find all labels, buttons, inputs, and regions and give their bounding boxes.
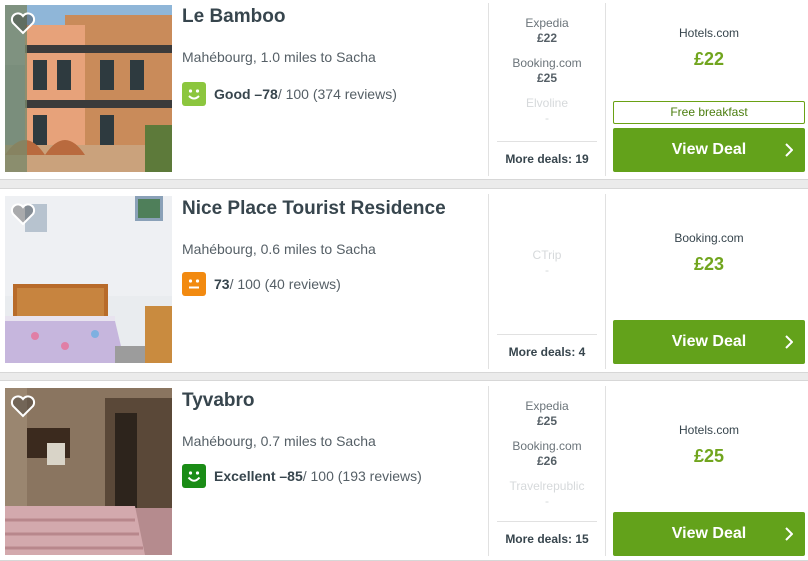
hotel-name-link[interactable]: Le Bamboo: [182, 6, 285, 28]
deal-item[interactable]: Booking.com £26: [489, 439, 605, 469]
smiley-excellent-icon: [182, 464, 206, 488]
deal-site: Booking.com: [512, 56, 582, 70]
deal-price: £25: [536, 71, 558, 85]
other-deals-column: Expedia £25 Booking.com £26 Travelrepubl…: [488, 386, 606, 556]
card-divider: [0, 380, 808, 381]
deal-site: CTrip: [532, 248, 562, 262]
hotel-location: Mahébourg, 0.7 miles to Sacha: [182, 433, 376, 449]
free-breakfast-badge: Free breakfast: [613, 101, 805, 124]
deal-item[interactable]: Expedia £25: [489, 399, 605, 429]
best-deal-site: Hotels.com: [678, 423, 740, 437]
favorite-heart-icon[interactable]: [10, 394, 36, 418]
deal-item: Elvoline -: [489, 96, 605, 126]
smiley-good-icon: [182, 82, 206, 106]
deal-item: Travelrepublic -: [489, 479, 605, 509]
rating-label: Excellent –: [214, 468, 288, 484]
rating-reviews[interactable]: / 100 (40 reviews): [230, 276, 341, 292]
hotel-card: Nice Place Tourist Residence Mahébourg, …: [0, 188, 808, 373]
rating-reviews[interactable]: / 100 (193 reviews): [303, 468, 422, 484]
rating-score: 73: [214, 276, 230, 292]
best-deal: Booking.com £23: [613, 231, 805, 275]
card-divider: [0, 188, 808, 189]
view-deal-label: View Deal: [671, 333, 747, 350]
deal-price: £26: [536, 454, 558, 468]
deal-item: CTrip -: [489, 248, 605, 278]
more-deals-link[interactable]: More deals: 19: [497, 141, 597, 176]
hotel-card: Le Bamboo Mahébourg, 1.0 miles to Sacha …: [0, 0, 808, 180]
favorite-heart-icon[interactable]: [10, 202, 36, 226]
deal-price: -: [545, 494, 549, 508]
rating-label: Good –: [214, 86, 263, 102]
chevron-right-icon: [785, 335, 793, 349]
deal-price: -: [545, 111, 549, 125]
more-deals-link[interactable]: More deals: 15: [497, 521, 597, 556]
best-deal-site: Hotels.com: [678, 26, 740, 40]
other-deals-column: Expedia £22 Booking.com £25 Elvoline - M…: [488, 3, 606, 176]
deal-item[interactable]: Booking.com £25: [489, 56, 605, 86]
best-deal-site: Booking.com: [674, 231, 744, 245]
other-deals-column: CTrip - More deals: 4: [488, 194, 606, 369]
deal-price: -: [545, 263, 549, 277]
hotel-results-list: Le Bamboo Mahébourg, 1.0 miles to Sacha …: [0, 0, 808, 561]
view-deal-button[interactable]: View Deal: [613, 128, 805, 172]
view-deal-label: View Deal: [671, 141, 747, 158]
view-deal-label: View Deal: [671, 525, 747, 542]
chevron-right-icon: [785, 527, 793, 541]
deal-site: Elvoline: [525, 96, 569, 110]
best-deal: Hotels.com £25: [613, 423, 805, 467]
hotel-rating: Good – 78 / 100 (374 reviews): [182, 82, 397, 106]
more-deals-link[interactable]: More deals: 4: [497, 334, 597, 369]
chevron-right-icon: [785, 143, 793, 157]
hotel-card: Tyvabro Mahébourg, 0.7 miles to Sacha Ex…: [0, 380, 808, 561]
deal-site: Travelrepublic: [509, 479, 585, 493]
deal-site: Expedia: [525, 399, 569, 413]
best-deal-price: £25: [693, 446, 725, 466]
view-deal-button[interactable]: View Deal: [613, 512, 805, 556]
deal-site: Expedia: [525, 16, 569, 30]
hotel-location: Mahébourg, 0.6 miles to Sacha: [182, 241, 376, 257]
best-deal-price: £22: [693, 49, 725, 69]
hotel-rating: 73 / 100 (40 reviews): [182, 272, 341, 296]
hotel-location: Mahébourg, 1.0 miles to Sacha: [182, 49, 376, 65]
deal-price: £22: [536, 31, 558, 45]
favorite-heart-icon[interactable]: [10, 11, 36, 35]
best-deal-price: £23: [693, 254, 725, 274]
view-deal-button[interactable]: View Deal: [613, 320, 805, 364]
deal-site: Booking.com: [512, 439, 582, 453]
rating-score: 78: [262, 86, 278, 102]
deal-item[interactable]: Expedia £22: [489, 16, 605, 46]
hotel-photo[interactable]: [5, 5, 172, 172]
hotel-name-link[interactable]: Nice Place Tourist Residence: [182, 198, 446, 220]
hotel-photo[interactable]: [5, 388, 172, 555]
smiley-okay-icon: [182, 272, 206, 296]
hotel-rating: Excellent – 85 / 100 (193 reviews): [182, 464, 422, 488]
rating-reviews[interactable]: / 100 (374 reviews): [278, 86, 397, 102]
hotel-name-link[interactable]: Tyvabro: [182, 390, 255, 412]
best-deal: Hotels.com £22: [613, 26, 805, 70]
hotel-photo[interactable]: [5, 196, 172, 363]
deal-price: £25: [536, 414, 558, 428]
rating-score: 85: [287, 468, 303, 484]
